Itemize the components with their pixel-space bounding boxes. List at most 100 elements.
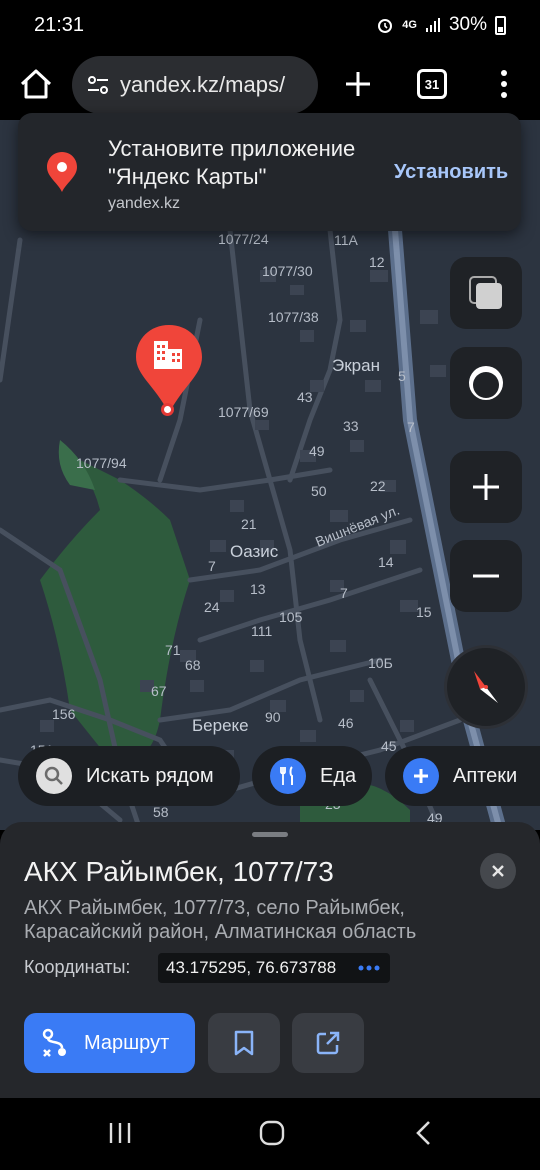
share-button[interactable] (292, 1013, 364, 1073)
site-settings-icon[interactable] (84, 71, 112, 99)
zoom-out-button[interactable] (450, 540, 522, 612)
coordinates-box[interactable]: 43.175295, 76.673788 (158, 953, 390, 983)
browser-toolbar: yandex.kz/maps/ 31 (0, 50, 540, 120)
new-tab-icon[interactable] (338, 62, 378, 106)
system-nav-bar (0, 1098, 540, 1170)
chip-label: Искать рядом (86, 764, 214, 787)
map-pin-icon (47, 152, 77, 192)
layers-button[interactable] (450, 257, 522, 329)
battery-icon (495, 15, 506, 35)
place-card: АКХ Райымбек, 1077/73 АКХ Райымбек, 1077… (0, 822, 540, 1098)
map-label: 46 (338, 715, 354, 731)
map-label: 21 (241, 516, 257, 532)
map-label: 7 (340, 585, 348, 601)
location-point (161, 403, 174, 416)
close-icon (492, 865, 504, 877)
map-label: 90 (265, 709, 281, 725)
map-label: 1077/38 (268, 309, 319, 325)
status-time: 21:31 (34, 14, 85, 36)
home-nav-button[interactable] (252, 1116, 292, 1150)
map-label: 7 (407, 419, 415, 435)
more-dots-icon[interactable] (358, 965, 380, 971)
compass-icon (474, 671, 498, 703)
map-label: 45 (381, 738, 397, 754)
signal-icon (425, 18, 440, 32)
minus-icon (473, 574, 499, 578)
map-label: 22 (370, 478, 386, 494)
map-label: 1077/30 (262, 263, 313, 279)
map-label: 71 (165, 642, 181, 658)
route-button-label: Маршрут (84, 1031, 170, 1054)
route-icon (42, 1028, 66, 1057)
tab-count: 31 (424, 76, 440, 92)
install-button[interactable]: Установить (394, 161, 508, 184)
back-icon (416, 1121, 430, 1145)
map-label: 7 (208, 558, 216, 574)
place-title: АКХ Райымбек, 1077/73 (24, 856, 334, 887)
map-label: 5 (398, 368, 406, 384)
map-label: 105 (279, 609, 303, 625)
install-banner-domain: yandex.kz (108, 195, 181, 212)
network-type: 4G (402, 19, 417, 31)
map-label: 111 (251, 623, 273, 639)
map-label: 14 (378, 554, 394, 570)
map-label: 156 (52, 706, 76, 722)
more-menu-icon[interactable] (490, 62, 518, 106)
zoom-in-button[interactable] (450, 451, 522, 523)
map-place-label: Оазис (230, 542, 279, 561)
recents-icon (109, 1123, 131, 1143)
map-label: 67 (151, 683, 167, 699)
layers-icon (469, 276, 502, 309)
battery-percent: 30% (448, 14, 487, 35)
plus-cross-icon (403, 758, 439, 794)
recent-apps-button[interactable] (100, 1116, 140, 1150)
close-button[interactable] (480, 853, 516, 889)
chip-search-nearby[interactable]: Искать рядом (18, 746, 240, 806)
search-icon (36, 758, 72, 794)
map-label: 43 (297, 389, 313, 405)
bookmark-button[interactable] (208, 1013, 280, 1073)
chip-pharmacies[interactable]: Аптеки (385, 746, 540, 806)
chip-food[interactable]: Еда (252, 746, 372, 806)
plus-icon (473, 474, 499, 500)
chip-label: Аптеки (453, 764, 518, 787)
map-label: 12 (369, 254, 385, 270)
map-label: 1077/69 (218, 404, 269, 420)
map-label: 1077/94 (76, 455, 127, 471)
home-circle-icon (259, 1120, 285, 1146)
map-place-label: Экран (332, 356, 380, 375)
alarm-icon (378, 19, 393, 33)
status-bar: 21:31 4G 30% (0, 0, 540, 50)
map-label: 58 (153, 804, 169, 820)
coordinates-value: 43.175295, 76.673788 (166, 958, 337, 977)
map-label: 50 (311, 483, 327, 499)
map-label: 1077/24 (218, 231, 269, 247)
building-pin-icon[interactable] (134, 323, 204, 415)
fork-knife-icon (270, 758, 306, 794)
url-text: yandex.kz/maps/ (120, 72, 286, 97)
map-label: 33 (343, 418, 359, 434)
map-label: 49 (309, 443, 325, 459)
compass-button[interactable] (444, 645, 528, 729)
map-label: 11А (334, 232, 358, 248)
map-label: 15 (416, 604, 432, 620)
tab-switcher-button[interactable]: 31 (417, 69, 447, 99)
chip-label: Еда (320, 764, 357, 787)
map-label: 24 (204, 599, 220, 615)
share-icon (316, 1031, 340, 1055)
coordinates-label: Координаты: (24, 957, 131, 977)
home-icon[interactable] (14, 62, 58, 106)
sheet-grabber[interactable] (252, 832, 288, 837)
map-label: 13 (250, 581, 266, 597)
map-label: 10Б (368, 655, 393, 671)
install-app-banner: Установите приложение "Яндекс Карты" yan… (18, 113, 521, 231)
back-button[interactable] (404, 1116, 444, 1150)
alice-button[interactable] (450, 347, 522, 419)
status-indicators: 4G 30% (376, 14, 506, 36)
map-label: 68 (185, 657, 201, 673)
install-banner-title: Установите приложение "Яндекс Карты" (108, 136, 356, 189)
route-button[interactable]: Маршрут (24, 1013, 195, 1073)
bookmark-icon (234, 1030, 254, 1056)
address-bar[interactable]: yandex.kz/maps/ (72, 56, 318, 114)
place-address: АКХ Райымбек, 1077/73, село Райымбек, Ка… (24, 897, 417, 943)
